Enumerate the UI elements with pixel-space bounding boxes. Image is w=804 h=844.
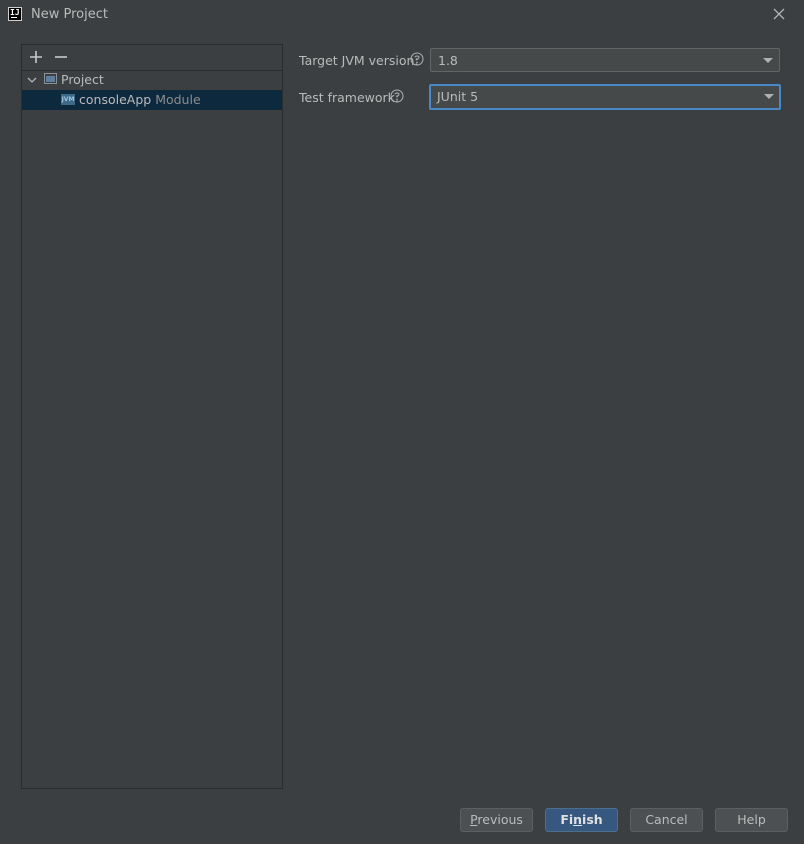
test-framework-label: Test framework: xyxy=(299,90,400,105)
finish-button[interactable]: Finish xyxy=(545,808,618,832)
target-jvm-label: Target JVM version: xyxy=(299,53,419,68)
tree-item-module[interactable]: JVM consoleApp Module xyxy=(22,90,282,110)
dropdown-arrow-icon xyxy=(763,58,773,63)
window-title: New Project xyxy=(31,7,108,22)
target-jvm-select[interactable]: 1.8 xyxy=(430,48,780,72)
test-framework-value: JUnit 5 xyxy=(437,89,479,104)
previous-label-post: revious xyxy=(477,812,523,827)
finish-label-post: ish xyxy=(582,812,603,827)
help-button[interactable]: Help xyxy=(715,808,788,832)
module-type: Module xyxy=(155,92,201,107)
help-icon[interactable] xyxy=(390,89,404,103)
tree-toolbar xyxy=(22,45,282,71)
module-name: consoleApp xyxy=(79,92,152,107)
project-folder-icon xyxy=(44,73,57,84)
finish-label-pre: Fi xyxy=(560,812,574,827)
intellij-app-icon: IJ xyxy=(8,7,22,21)
chevron-down-icon[interactable] xyxy=(26,74,38,86)
close-icon[interactable] xyxy=(771,6,787,22)
add-icon[interactable] xyxy=(28,49,44,65)
finish-mnemonic: n xyxy=(573,812,583,827)
tree-item-label: Project xyxy=(61,72,104,87)
project-structure-panel: Project JVM consoleApp Module xyxy=(21,44,283,789)
tree-item-project[interactable]: Project xyxy=(22,70,282,90)
target-jvm-value: 1.8 xyxy=(438,53,458,68)
remove-icon[interactable] xyxy=(53,49,69,65)
title-bar: IJ New Project xyxy=(0,0,804,30)
module-label: consoleApp Module xyxy=(79,90,201,110)
help-icon[interactable] xyxy=(410,52,424,66)
cancel-button[interactable]: Cancel xyxy=(630,808,703,832)
dropdown-arrow-icon xyxy=(764,94,774,99)
previous-button[interactable]: Previous xyxy=(460,808,533,832)
jvm-module-icon: JVM xyxy=(61,94,75,105)
test-framework-select[interactable]: JUnit 5 xyxy=(429,84,781,110)
